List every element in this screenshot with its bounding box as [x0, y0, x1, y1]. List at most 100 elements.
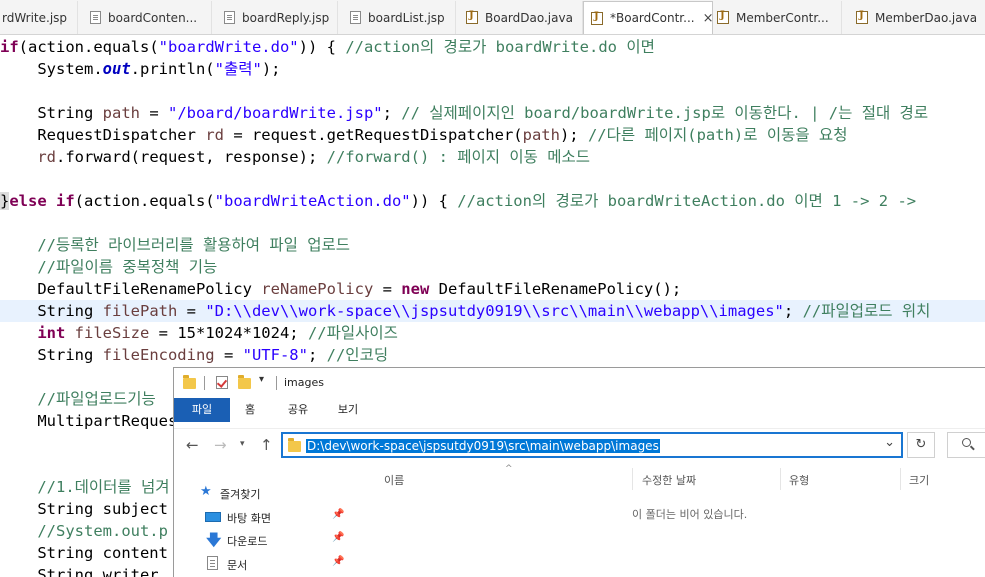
- code-token: out: [102, 60, 131, 78]
- code-token: )) {: [410, 192, 458, 210]
- code-token: .println(: [130, 60, 215, 78]
- editor-tab-boarddao-java[interactable]: BoardDao.java: [456, 1, 583, 34]
- code-line[interactable]: //파일이름 중복정책 기능: [0, 256, 985, 278]
- nav-item-quick-access[interactable]: ★ 즐겨찾기: [174, 482, 344, 504]
- code-comment: //파일사이즈: [307, 324, 398, 342]
- refresh-button[interactable]: ↻: [907, 432, 935, 458]
- column-header-size[interactable]: 크기: [909, 472, 929, 488]
- code-token: ;: [307, 346, 327, 364]
- close-tab-icon[interactable]: ×: [703, 11, 714, 26]
- nav-item-label: 즐겨찾기: [220, 488, 261, 501]
- up-arrow-icon[interactable]: ↑: [260, 436, 273, 454]
- code-line[interactable]: //등록한 라이브러리를 활용하여 파일 업로드: [0, 234, 985, 256]
- code-comment: //action의 경로가 boardWriteAction.do 이면 1 -…: [457, 192, 917, 210]
- download-icon: 🡇: [206, 531, 222, 549]
- code-token: path: [522, 126, 560, 144]
- back-arrow-icon[interactable]: ←: [186, 436, 199, 454]
- star-icon: ★: [200, 484, 212, 499]
- ribbon-tab-file[interactable]: 파일: [174, 398, 230, 422]
- code-line[interactable]: DefaultFileRenamePolicy reNamePolicy = n…: [0, 278, 985, 300]
- editor-tab-memberdao-java[interactable]: MemberDao.java: [842, 1, 985, 34]
- address-bar[interactable]: D:\dev\work-space\jspsutdy0919\src\main\…: [281, 432, 903, 458]
- code-comment: //등록한 라이브러리를 활용하여 파일 업로드: [37, 236, 351, 254]
- desktop-icon: [205, 512, 221, 522]
- code-token: new: [401, 280, 430, 298]
- code-token: int: [37, 324, 66, 342]
- ribbon-tabs: 파일 홈 공유 보기: [174, 398, 985, 422]
- code-comment: //action의 경로가 boardWrite.do 이면: [345, 38, 655, 56]
- recent-locations-chevron-icon[interactable]: ▾: [240, 439, 245, 449]
- editor-tab-membercontroller-java[interactable]: MemberContr...: [713, 1, 842, 34]
- divider: [276, 376, 277, 390]
- code-token: "D:\\dev\\work-space\\jspsutdy0919\\src\…: [205, 302, 784, 320]
- code-token: rd: [205, 126, 224, 144]
- code-line[interactable]: String filePath = "D:\\dev\\work-space\\…: [0, 300, 985, 322]
- window-title: images: [284, 376, 324, 389]
- editor-tab-bar: rdWrite.jsp boardConten... boardReply.js…: [0, 0, 985, 35]
- java-file-icon: [717, 10, 729, 24]
- editor-tab-boardcontroller-java[interactable]: *BoardContr... ×: [583, 1, 713, 34]
- code-token: = request.getRequestDispatcher(: [223, 126, 523, 144]
- code-token: =: [177, 302, 206, 320]
- code-line[interactable]: [0, 80, 985, 102]
- code-token: DefaultFileRenamePolicy();: [429, 280, 682, 298]
- file-list: 이름 ^ 수정한 날짜 유형 크기 이 폴더는 비어 있습니다.: [370, 460, 985, 577]
- code-token: "출력": [214, 60, 262, 78]
- code-token: else if: [9, 192, 75, 210]
- forward-arrow-icon[interactable]: →: [214, 436, 227, 454]
- code-line[interactable]: [0, 168, 985, 190]
- code-line[interactable]: [0, 212, 985, 234]
- ribbon-tab-share[interactable]: 공유: [278, 398, 318, 422]
- code-token: DefaultFileRenamePolicy: [0, 280, 262, 298]
- column-header-type[interactable]: 유형: [789, 472, 809, 488]
- address-path-text[interactable]: D:\dev\work-space\jspsutdy0919\src\main\…: [306, 439, 660, 453]
- column-header-date-modified[interactable]: 수정한 날짜: [642, 472, 696, 488]
- code-line[interactable]: int fileSize = 15*1024*1024; //파일사이즈: [0, 322, 985, 344]
- code-line[interactable]: rd.forward(request, response); //forward…: [0, 146, 985, 168]
- editor-tab-boardreply-jsp[interactable]: boardReply.jsp: [212, 1, 338, 34]
- chevron-down-icon[interactable]: ⌄: [884, 435, 895, 450]
- code-line[interactable]: RequestDispatcher rd = request.getReques…: [0, 124, 985, 146]
- pin-icon[interactable]: 📌: [332, 556, 344, 567]
- divider: [780, 468, 781, 490]
- tab-label: *BoardContr...: [610, 11, 695, 25]
- code-line[interactable]: if(action.equals("boardWrite.do")) { //a…: [0, 36, 985, 58]
- code-token: "boardWriteAction.do": [214, 192, 411, 210]
- code-comment: //System.out.p: [37, 522, 168, 540]
- code-line[interactable]: String fileEncoding = "UTF-8"; //인코딩: [0, 344, 985, 366]
- document-icon: [207, 556, 218, 570]
- quick-access-dropdown-icon[interactable]: ▾: [259, 374, 264, 385]
- ribbon-tab-home[interactable]: 홈: [234, 398, 266, 422]
- nav-item-label: 바탕 화면: [227, 512, 271, 525]
- code-token: rd: [37, 148, 56, 166]
- address-row: ← → ▾ ↑ D:\dev\work-space\jspsutdy0919\s…: [174, 428, 985, 460]
- jsp-file-icon: [224, 11, 235, 24]
- properties-icon[interactable]: [216, 376, 228, 389]
- file-explorer-window: ▾ images 파일 홈 공유 보기 ← → ▾ ↑ D:\dev\work-…: [173, 367, 985, 577]
- pin-icon[interactable]: 📌: [332, 532, 344, 543]
- pin-icon[interactable]: 📌: [332, 509, 344, 520]
- editor-tab-boardlist-jsp[interactable]: boardList.jsp: [338, 1, 456, 34]
- column-header-name[interactable]: 이름: [384, 472, 404, 488]
- code-line[interactable]: System.out.println("출력");: [0, 58, 985, 80]
- nav-item-desktop[interactable]: 바탕 화면 📌: [174, 506, 344, 528]
- code-token: fileEncoding: [102, 346, 215, 364]
- code-line[interactable]: String path = "/board/boardWrite.jsp"; /…: [0, 102, 985, 124]
- editor-tab-boardcontent-jsp[interactable]: boardConten...: [78, 1, 212, 34]
- code-comment: //forward() : 페이지 이동 메소드: [326, 148, 591, 166]
- search-box[interactable]: [947, 432, 985, 458]
- code-token: RequestDispatcher: [0, 126, 206, 144]
- nav-item-downloads[interactable]: 🡇 다운로드 📌: [174, 529, 344, 551]
- code-token: String writer: [0, 566, 159, 577]
- jsp-file-icon: [90, 11, 101, 24]
- new-folder-icon[interactable]: [238, 375, 251, 389]
- nav-item-documents[interactable]: 문서 📌: [174, 553, 344, 575]
- code-comment: //인코딩: [326, 346, 389, 364]
- ribbon-tab-view[interactable]: 보기: [328, 398, 368, 422]
- code-line[interactable]: }else if(action.equals("boardWriteAction…: [0, 190, 985, 212]
- editor-tab-boardwrite-jsp[interactable]: rdWrite.jsp: [0, 1, 78, 34]
